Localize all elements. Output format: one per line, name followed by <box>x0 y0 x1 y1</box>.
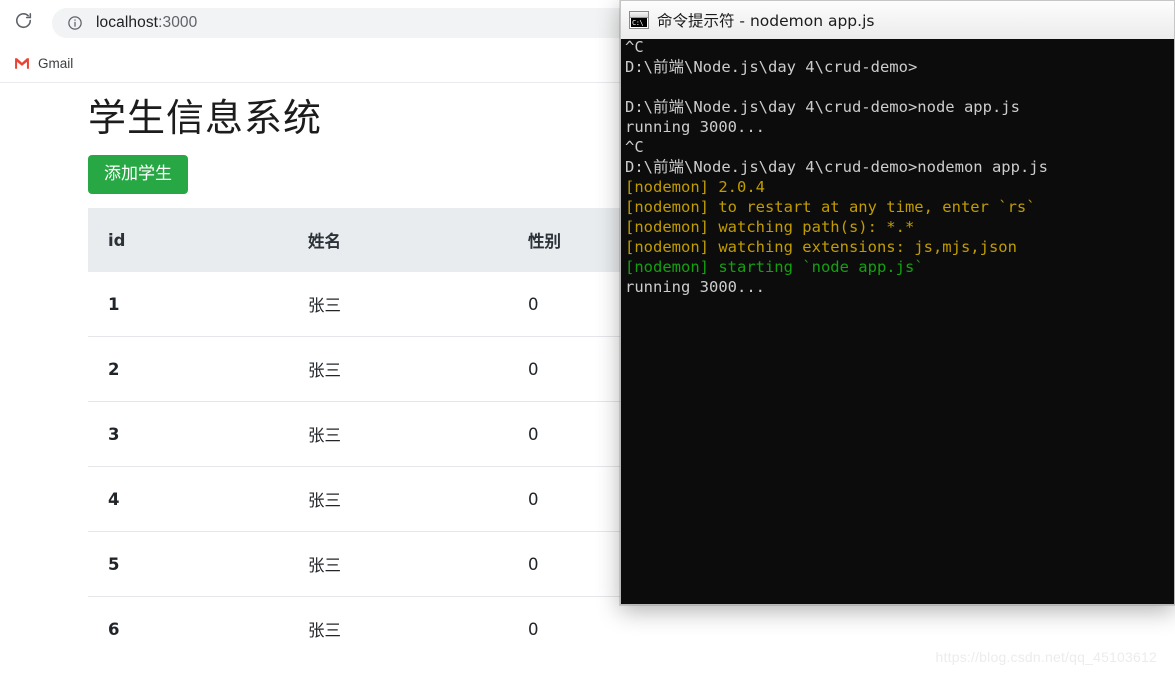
table-cell-name: 张三 <box>288 466 508 532</box>
cmd-window-title: 命令提示符 - nodemon app.js <box>657 12 875 30</box>
cmd-output: ^C D:\前端\Node.js\day 4\crud-demo> D:\前端\No… <box>625 39 1174 297</box>
table-cell-id: 3 <box>88 401 288 467</box>
cmd-line-segment: [nodemon] 2.0.4 <box>625 178 765 196</box>
cmd-line: [nodemon] 2.0.4 <box>625 177 1174 197</box>
cmd-line: [nodemon] watching path(s): *.* <box>625 217 1174 237</box>
cmd-line: D:\前端\Node.js\day 4\crud-demo>nodemon ap… <box>625 157 1174 177</box>
cmd-line-segment: [nodemon] to restart at any time, enter … <box>625 198 1036 216</box>
table-cell-name: 张三 <box>288 531 508 597</box>
cmd-line: D:\前端\Node.js\day 4\crud-demo> <box>625 57 1174 77</box>
command-prompt-window[interactable]: C:\ 命令提示符 - nodemon app.js ^C D:\前端\Node.… <box>620 0 1175 605</box>
cmd-icon-screen: C:\ <box>631 18 647 27</box>
table-cell-id: 5 <box>88 531 288 597</box>
cmd-line: [nodemon] to restart at any time, enter … <box>625 197 1174 217</box>
info-circle-icon[interactable] <box>66 14 84 32</box>
cmd-line-segment: D:\前端\Node.js\day 4\crud-demo> <box>625 58 918 76</box>
cmd-line: running 3000... <box>625 277 1174 297</box>
watermark: https://blog.csdn.net/qq_45103612 <box>935 649 1157 665</box>
cmd-line-segment: [nodemon] watching path(s): *.* <box>625 218 915 236</box>
cmd-titlebar[interactable]: C:\ 命令提示符 - nodemon app.js <box>620 0 1175 39</box>
cmd-line-segment: [nodemon] watching extensions: js,mjs,js… <box>625 238 1017 256</box>
cmd-line-segment: D:\前端\Node.js\day 4\crud-demo>nodemon ap… <box>625 158 1048 176</box>
table-cell-name: 张三 <box>288 596 508 662</box>
table-row[interactable]: 6 张三 0 <box>88 596 1068 662</box>
table-cell-id: 4 <box>88 466 288 532</box>
url-port: :3000 <box>158 13 198 31</box>
cmd-line: running 3000... <box>625 117 1174 137</box>
cmd-line: [nodemon] watching extensions: js,mjs,js… <box>625 237 1174 257</box>
bookmark-gmail[interactable]: Gmail <box>6 51 81 77</box>
cmd-line-segment: D:\前端\Node.js\day 4\crud-demo>node app.j… <box>625 98 1020 116</box>
cmd-line-segment: [nodemon] starting `node app.js` <box>625 258 924 276</box>
gmail-icon <box>14 56 30 72</box>
table-cell-name: 张三 <box>308 296 341 316</box>
cmd-line: [nodemon] starting `node app.js` <box>625 257 1174 277</box>
cmd-line-segment: ^C <box>625 39 644 56</box>
address-bar-url: localhost:3000 <box>96 14 197 32</box>
url-host: localhost <box>96 13 159 31</box>
cmd-console[interactable]: ^C D:\前端\Node.js\day 4\crud-demo> D:\前端\No… <box>620 39 1175 605</box>
table-cell-name: 张三 <box>288 401 508 467</box>
bookmark-label: Gmail <box>38 56 74 71</box>
cmd-line-segment: ^C <box>625 138 644 156</box>
table-cell-id: 2 <box>88 336 288 402</box>
cmd-line: ^C <box>625 39 1174 57</box>
cmd-line: ^C <box>625 137 1174 157</box>
table-cell-id: 1 <box>108 294 120 314</box>
cmd-line: D:\前端\Node.js\day 4\crud-demo>node app.j… <box>625 97 1174 117</box>
cmd-icon: C:\ <box>629 11 649 29</box>
column-header-id[interactable]: id <box>88 208 288 273</box>
column-header-name[interactable]: 姓名 <box>288 208 508 273</box>
table-cell-name: 张三 <box>288 336 508 402</box>
reload-icon <box>14 11 33 35</box>
add-student-button[interactable]: 添加学生 <box>88 154 188 195</box>
table-cell-id: 6 <box>88 596 288 662</box>
cmd-line-segment: running 3000... <box>625 118 765 136</box>
cmd-line <box>625 77 1174 97</box>
cmd-line-segment: running 3000... <box>625 278 765 296</box>
reload-button[interactable] <box>8 8 38 38</box>
